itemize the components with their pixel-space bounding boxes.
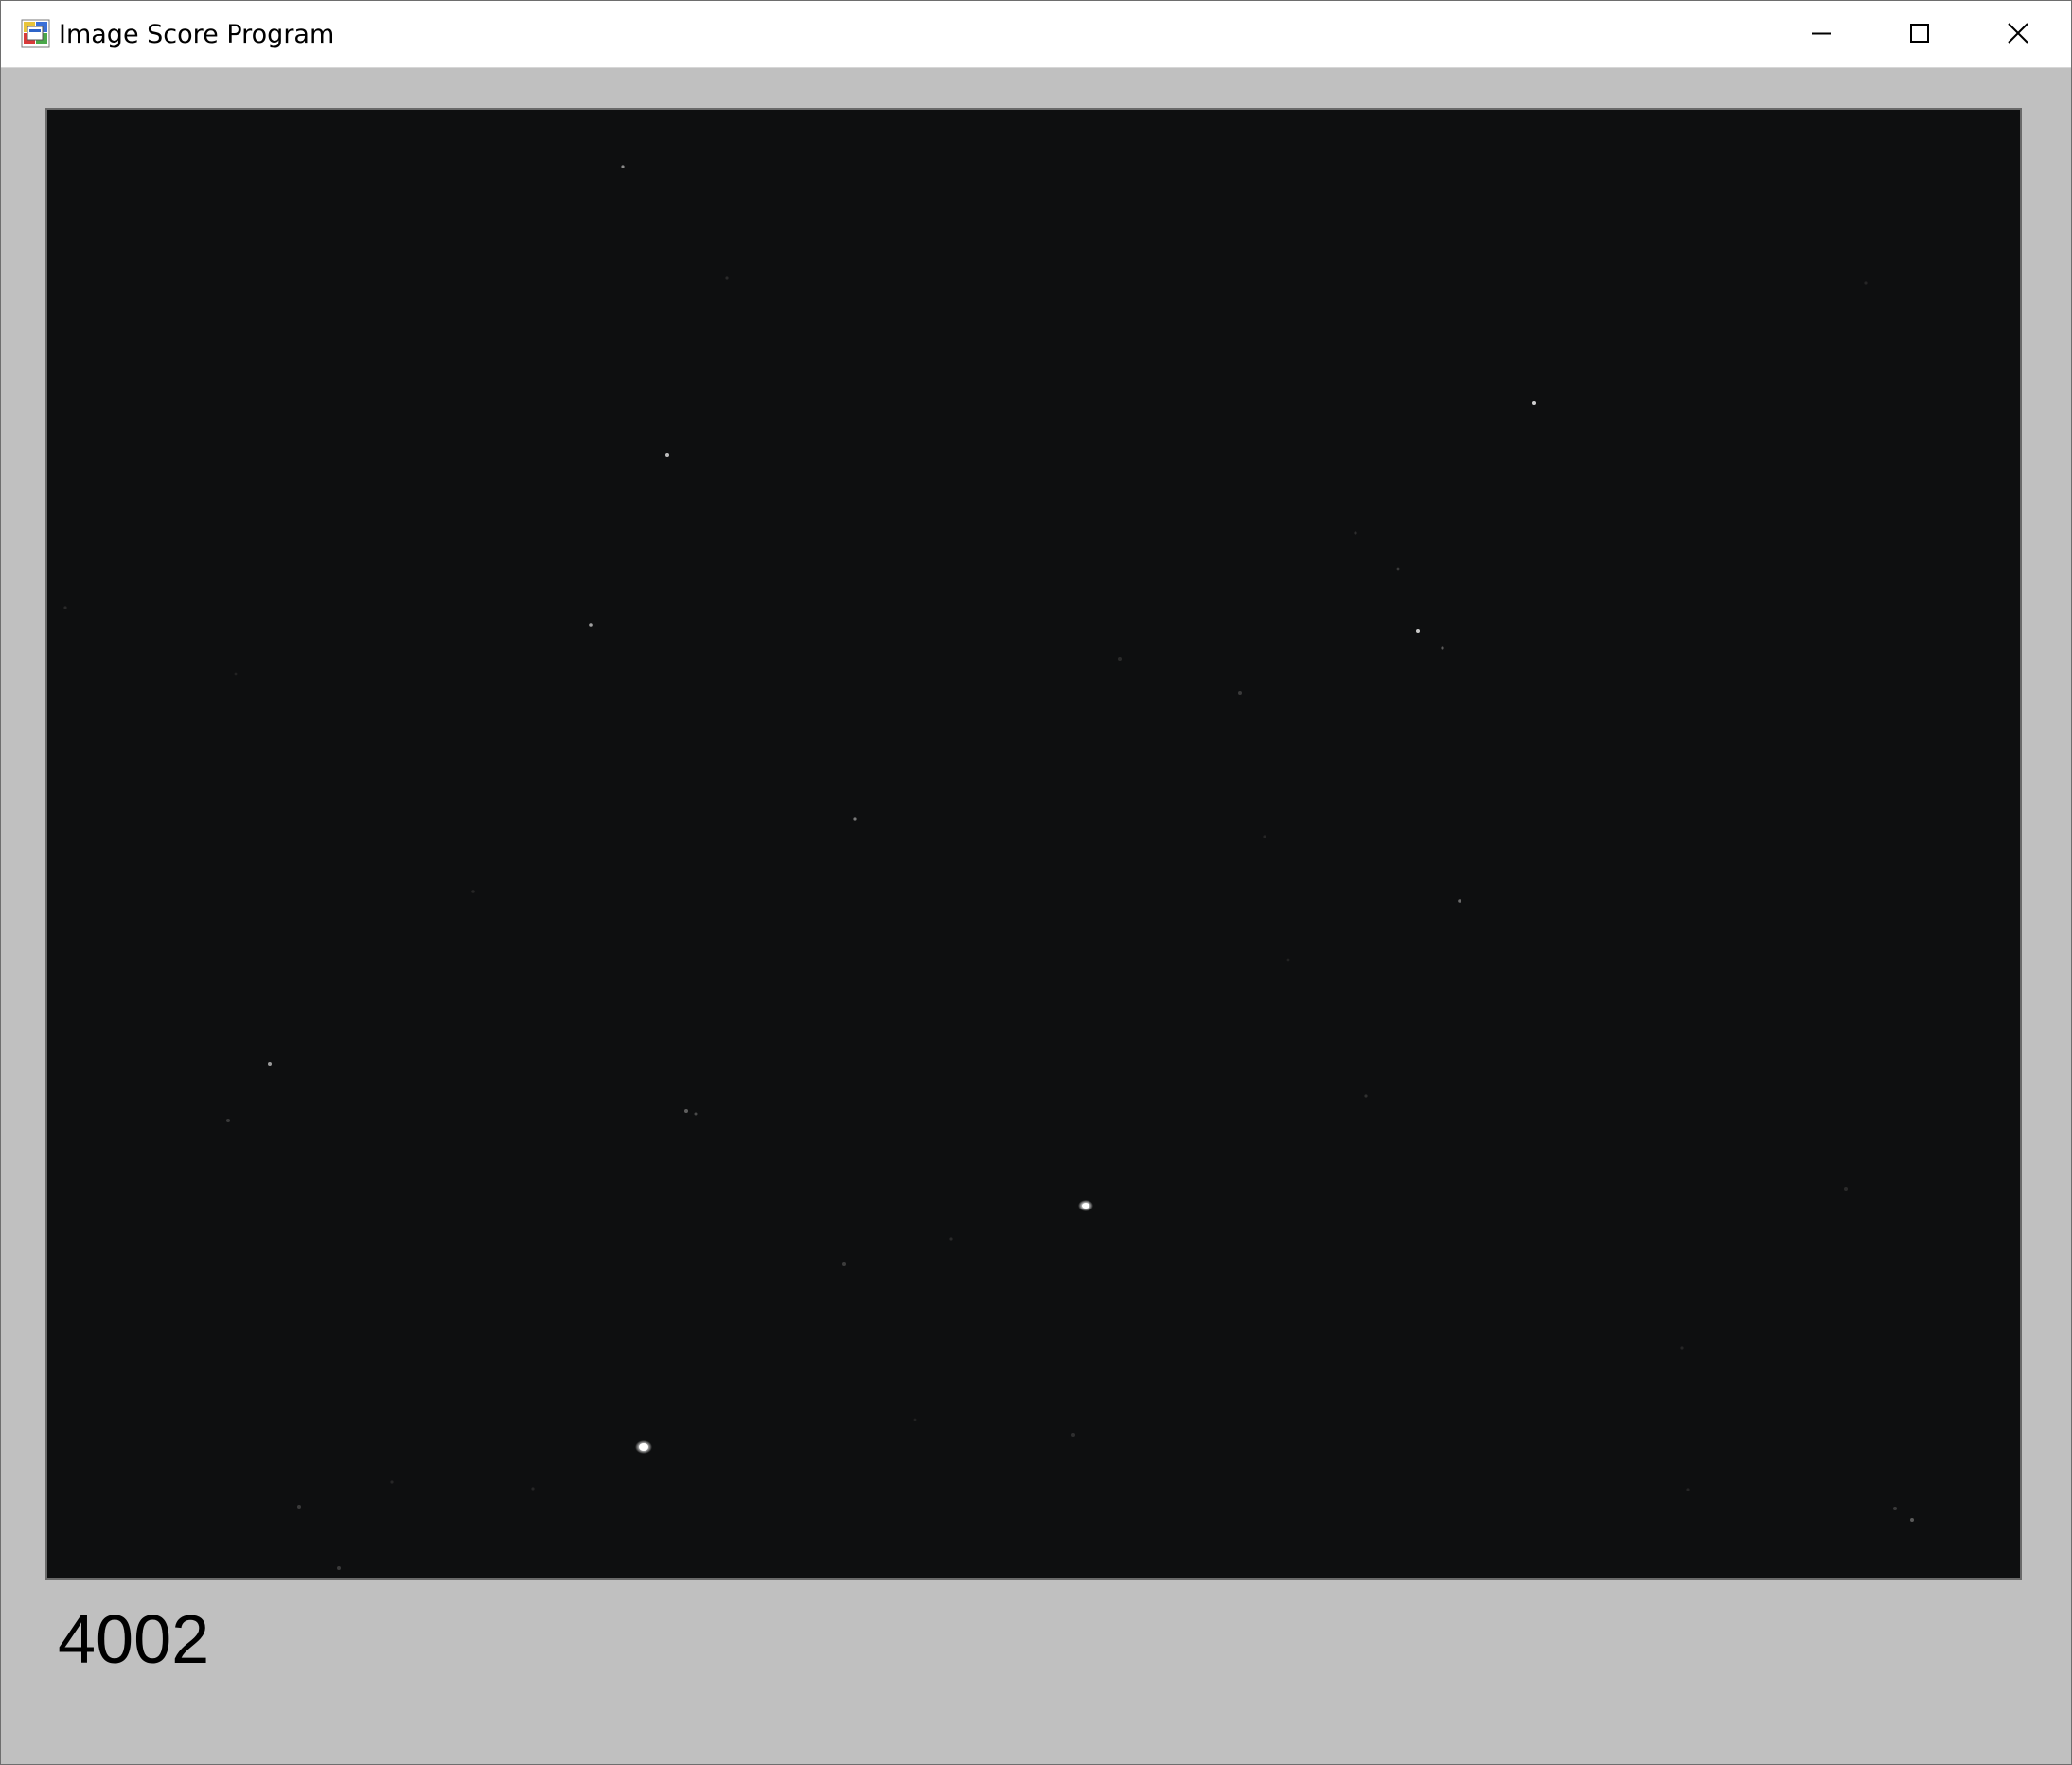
star-field-image (47, 110, 2020, 1578)
minimize-button[interactable] (1772, 1, 1870, 67)
title-bar[interactable]: Image Score Program (1, 1, 2071, 68)
score-value: 4002 (58, 1602, 210, 1678)
minimize-icon (1812, 32, 1831, 35)
maximize-button[interactable] (1870, 1, 1969, 67)
close-icon (2008, 23, 2028, 44)
window-title: Image Score Program (59, 20, 335, 49)
client-area: 4002 (1, 68, 2071, 1764)
maximize-icon (1910, 24, 1929, 43)
close-button[interactable] (1969, 1, 2067, 67)
image-display (45, 108, 2022, 1580)
app-window: Image Score Program 4002 (0, 0, 2072, 1765)
app-window-icon (21, 19, 50, 48)
